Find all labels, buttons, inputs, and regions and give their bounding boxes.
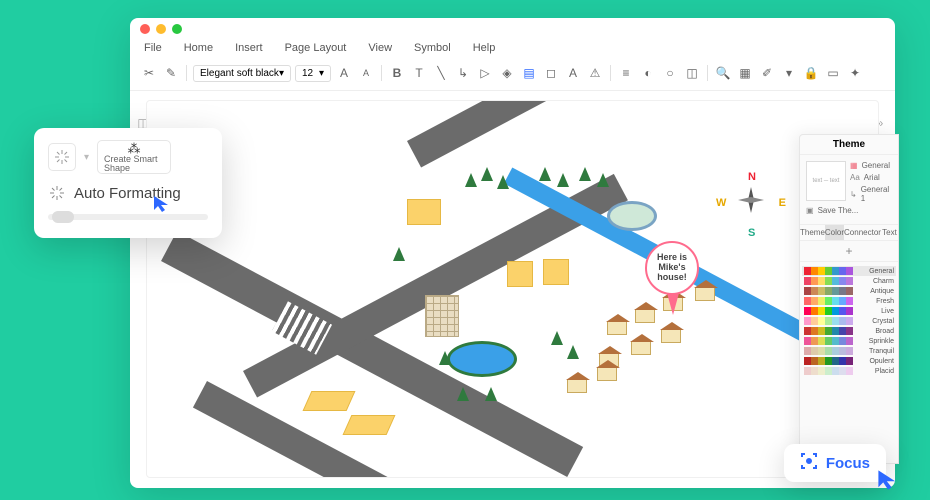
canvas[interactable]: N S E W Here is Mike's house!	[146, 100, 879, 478]
compass-e: E	[779, 197, 786, 209]
align-icon[interactable]: ▤	[520, 64, 538, 82]
compass-s: S	[748, 227, 755, 239]
lock-icon[interactable]: 🔒	[802, 64, 820, 82]
menu-symbol[interactable]: Symbol	[414, 42, 451, 54]
palette-row[interactable]: Broad	[802, 326, 896, 336]
auto-format-slider[interactable]	[48, 214, 208, 220]
spark-icon	[54, 148, 70, 166]
layers-icon[interactable]: ◈	[498, 64, 516, 82]
add-palette-button[interactable]: +	[800, 241, 898, 262]
bold-icon[interactable]: B	[388, 64, 406, 82]
font-select[interactable]: Elegant soft black▾	[193, 65, 291, 82]
focus-icon	[800, 452, 818, 474]
spark-icon	[48, 184, 66, 202]
theme-preview[interactable]: text ─ text	[806, 161, 846, 201]
compass-w: W	[716, 197, 726, 209]
toolbar: ✂ ✎ Elegant soft black▾ 12▾ A A B T ╲ ↳ …	[130, 60, 895, 91]
menu-insert[interactable]: Insert	[235, 42, 263, 54]
effects-icon[interactable]: ✦	[846, 64, 864, 82]
menu-home[interactable]: Home	[184, 42, 213, 54]
theme-panel-title: Theme	[800, 135, 898, 155]
compass: N S E W	[720, 173, 782, 235]
menubar: File Home Insert Page Layout View Symbol…	[130, 40, 895, 60]
search-icon[interactable]: 🔍	[714, 64, 732, 82]
list-icon[interactable]: ≡	[617, 64, 635, 82]
theme-item[interactable]: AaArial	[850, 173, 892, 182]
palette-row[interactable]: Crystal	[802, 316, 896, 326]
font-grow-icon[interactable]: A	[335, 64, 353, 82]
palette-row[interactable]: Live	[802, 306, 896, 316]
cut-icon[interactable]: ✂	[140, 64, 158, 82]
menu-view[interactable]: View	[368, 42, 392, 54]
dash-icon[interactable]: ▭	[824, 64, 842, 82]
palette-row[interactable]: Placid	[802, 366, 896, 376]
close-dot[interactable]	[140, 24, 150, 34]
tab-theme[interactable]: Theme	[800, 225, 825, 240]
map-pin-label[interactable]: Here is Mike's house!	[645, 241, 699, 295]
font-size-select[interactable]: 12▾	[295, 65, 331, 82]
cursor-icon	[876, 468, 900, 492]
font-shrink-icon[interactable]: A	[357, 64, 375, 82]
paint-icon[interactable]: ✎	[162, 64, 180, 82]
theme-item[interactable]: ▦General	[850, 161, 892, 170]
menu-layout[interactable]: Page Layout	[285, 42, 347, 54]
tab-color[interactable]: Color	[825, 225, 844, 240]
more1-icon[interactable]: ▾	[780, 64, 798, 82]
palette-row[interactable]: Opulent	[802, 356, 896, 366]
theme-panel: Theme text ─ text ▦General AaArial ↳Gene…	[799, 134, 899, 464]
theme-item[interactable]: ↳General 1	[850, 185, 892, 203]
palette-list: General Charm Antique Fresh Live Crystal…	[800, 262, 898, 380]
theme-tabs: Theme Color Connector Text	[800, 224, 898, 241]
titlebar	[130, 18, 895, 40]
pointer-icon[interactable]: ▷	[476, 64, 494, 82]
grid-icon[interactable]: ▦	[736, 64, 754, 82]
palette-row[interactable]: Fresh	[802, 296, 896, 306]
auto-format-popup: ▾ ⁂ Create Smart Shape Auto Formatting	[34, 128, 222, 238]
pen-icon[interactable]: ✐	[758, 64, 776, 82]
focus-button[interactable]: Focus	[784, 444, 886, 482]
palette-row[interactable]: Antique	[802, 286, 896, 296]
crop-icon[interactable]: ◫	[683, 64, 701, 82]
create-smart-shape-button[interactable]: ⁂ Create Smart Shape	[97, 140, 171, 174]
line-icon[interactable]: ╲	[432, 64, 450, 82]
text-tool-icon[interactable]: T	[410, 64, 428, 82]
tab-text[interactable]: Text	[881, 225, 898, 240]
cursor-icon	[152, 194, 172, 214]
shape-icon[interactable]: ◻	[542, 64, 560, 82]
outline-icon[interactable]: ○	[661, 64, 679, 82]
palette-row[interactable]: Tranquil	[802, 346, 896, 356]
zoom-dot[interactable]	[172, 24, 182, 34]
smart-shape-icon: ⁂	[128, 142, 141, 155]
warn-icon[interactable]: ⚠	[586, 64, 604, 82]
palette-row[interactable]: General	[802, 266, 896, 276]
auto-formatting-title: Auto Formatting	[48, 184, 208, 202]
dropdown-caret-icon[interactable]: ▾	[84, 152, 89, 163]
fill-icon[interactable]: ◐	[639, 64, 657, 82]
menu-help[interactable]: Help	[473, 42, 496, 54]
compass-n: N	[748, 171, 756, 183]
palette-row[interactable]: Sprinkle	[802, 336, 896, 346]
auto-format-icon-button[interactable]	[48, 143, 76, 171]
palette-row[interactable]: Charm	[802, 276, 896, 286]
font-color-icon[interactable]: A	[564, 64, 582, 82]
tab-connector[interactable]: Connector	[844, 225, 881, 240]
connector-icon[interactable]: ↳	[454, 64, 472, 82]
minimize-dot[interactable]	[156, 24, 166, 34]
theme-item[interactable]: ▣Save The...	[806, 206, 892, 215]
menu-file[interactable]: File	[144, 42, 162, 54]
app-window: File Home Insert Page Layout View Symbol…	[130, 18, 895, 488]
